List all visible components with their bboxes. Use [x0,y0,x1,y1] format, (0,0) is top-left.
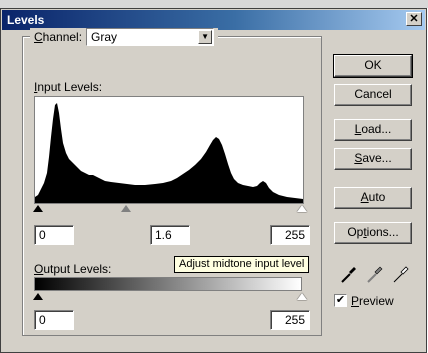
black-point-slider[interactable] [33,205,43,212]
preview-checkbox[interactable]: ✔ [334,294,347,307]
title-bar[interactable]: Levels ✕ [2,10,425,30]
midtone-slider[interactable] [121,205,131,212]
channel-value: Gray [91,30,118,44]
output-levels-label: Output Levels: [34,262,112,276]
load-button[interactable]: Load... [334,119,412,141]
close-icon: ✕ [409,13,419,25]
chevron-down-icon[interactable]: ▼ [198,30,213,44]
preview-label[interactable]: Preview [351,294,394,308]
close-button[interactable]: ✕ [406,12,422,26]
input-midtone-field[interactable]: 1.6 [150,225,190,245]
save-button[interactable]: Save... [334,148,412,170]
auto-button[interactable]: Auto [334,187,412,209]
background-app-strip [0,0,428,8]
histogram-area [35,103,303,203]
white-point-slider[interactable] [297,205,307,212]
output-black-slider[interactable] [33,293,43,300]
gray-eyedropper-icon[interactable] [366,264,384,284]
output-black-field[interactable]: 0 [34,310,74,330]
histogram-graph [35,103,303,203]
input-levels-label: Input Levels: [34,80,103,94]
midtone-tooltip: Adjust midtone input level [174,256,310,273]
black-eyedropper-icon[interactable] [340,264,358,284]
dialog-title: Levels [7,13,45,27]
histogram [34,96,304,204]
channel-label: Channel: [34,30,83,44]
input-black-field[interactable]: 0 [34,225,74,245]
options-button[interactable]: Options... [334,222,412,244]
output-white-field[interactable]: 255 [270,310,310,330]
ok-button[interactable]: OK [333,54,413,78]
output-white-slider[interactable] [297,293,307,300]
output-gradient-bar [34,277,302,291]
channel-row: Channel: Gray ▼ [30,28,219,46]
cancel-button[interactable]: Cancel [334,84,412,106]
input-white-field[interactable]: 255 [270,225,310,245]
white-eyedropper-icon[interactable] [392,264,410,284]
channel-select[interactable]: Gray ▼ [86,28,215,46]
